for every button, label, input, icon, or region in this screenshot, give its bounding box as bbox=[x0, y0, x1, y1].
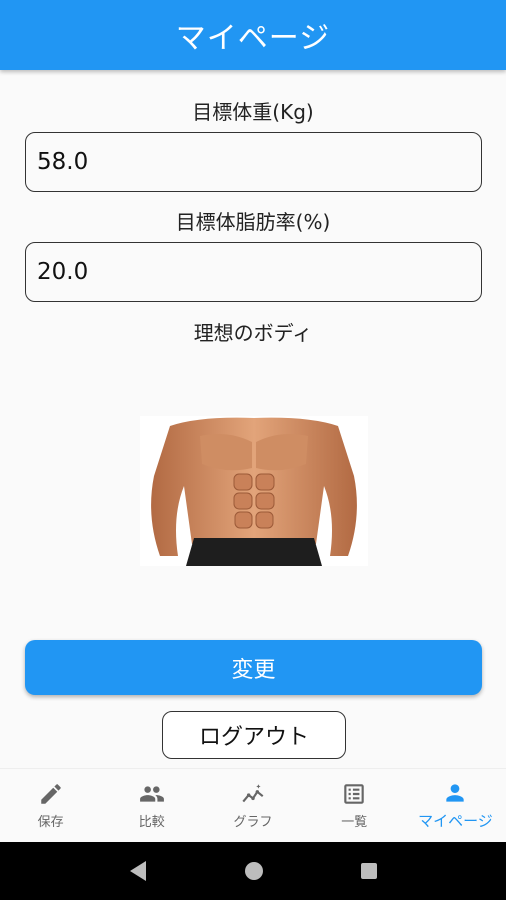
list-icon bbox=[344, 784, 364, 804]
nav-label: グラフ bbox=[233, 815, 273, 830]
ideal-body-label: 理想のボディ bbox=[193, 321, 313, 345]
person-icon bbox=[446, 784, 465, 802]
page-title: マイページ bbox=[175, 21, 331, 56]
nav-label: 保存 bbox=[37, 815, 64, 830]
nav-item-graph[interactable]: グラフ bbox=[202, 769, 303, 842]
nav-label: 比較 bbox=[138, 815, 165, 830]
ideal-body-image bbox=[140, 416, 368, 566]
logout-button[interactable]: ログアウト bbox=[162, 711, 346, 759]
nav-label: 一覧 bbox=[341, 815, 368, 830]
change-button[interactable]: 変更 bbox=[25, 640, 482, 695]
target-weight-input[interactable] bbox=[37, 149, 481, 175]
nav-item-list[interactable]: 一覧 bbox=[304, 769, 405, 842]
target-body-fat-label: 目標体脂肪率(%) bbox=[175, 210, 331, 234]
app-bar: マイページ bbox=[0, 0, 506, 70]
recents-icon[interactable] bbox=[360, 862, 378, 880]
target-body-fat-input[interactable] bbox=[37, 259, 481, 285]
home-icon[interactable] bbox=[244, 861, 264, 881]
system-navigation-bar bbox=[0, 842, 506, 900]
back-icon[interactable] bbox=[128, 860, 148, 882]
target-weight-field[interactable] bbox=[25, 132, 482, 192]
bottom-navigation: 保存 比較 グラフ 一覧 マイページ bbox=[0, 768, 506, 842]
nav-label: マイページ bbox=[418, 812, 493, 830]
target-body-fat-field[interactable] bbox=[25, 242, 482, 302]
pencil-icon bbox=[40, 784, 61, 804]
target-weight-label: 目標体重(Kg) bbox=[192, 100, 314, 124]
nav-item-save[interactable]: 保存 bbox=[0, 769, 101, 842]
chart-icon bbox=[242, 784, 264, 803]
people-icon bbox=[139, 786, 164, 802]
nav-item-compare[interactable]: 比較 bbox=[101, 769, 202, 842]
nav-item-mypage[interactable]: マイページ bbox=[405, 769, 506, 842]
